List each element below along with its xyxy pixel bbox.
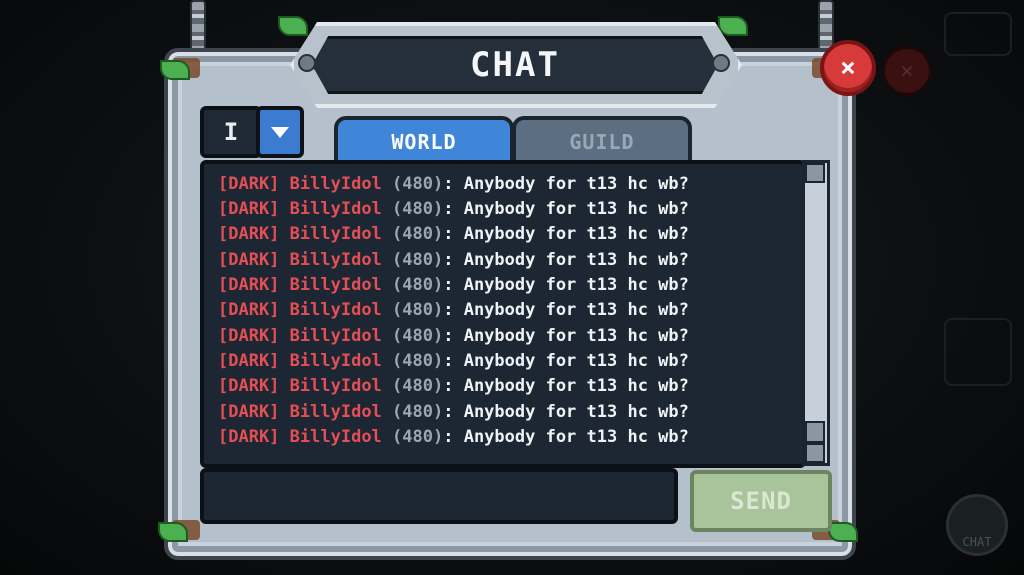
message-text: : Anybody for t13 hc wb? <box>443 300 689 320</box>
tab-world[interactable]: WORLD <box>334 116 514 164</box>
vine-leaf-icon <box>160 60 190 80</box>
player-level: (480) <box>392 300 444 320</box>
guild-tag: [DARK] <box>218 275 280 295</box>
vine-leaf-icon <box>828 522 858 542</box>
vine-leaf-icon <box>718 16 748 36</box>
message-text: : Anybody for t13 hc wb? <box>443 402 689 422</box>
chat-message: [DARK] BillyIdol (480): Anybody for t13 … <box>218 427 689 447</box>
guild-tag: [DARK] <box>218 326 280 346</box>
player-level: (480) <box>392 402 444 422</box>
guild-tag: [DARK] <box>218 300 280 320</box>
message-text: : Anybody for t13 hc wb? <box>443 376 689 396</box>
left-chain <box>190 0 206 56</box>
player-level: (480) <box>392 224 444 244</box>
player-level: (480) <box>392 351 444 371</box>
tab-world-label: WORLD <box>391 130 457 154</box>
close-icon: × <box>840 53 856 83</box>
vine-leaf-icon <box>158 522 188 542</box>
background-hud-button <box>944 318 1012 386</box>
message-text: : Anybody for t13 hc wb? <box>443 351 689 371</box>
player-level: (480) <box>392 376 444 396</box>
player-name[interactable]: BillyIdol <box>290 351 382 371</box>
language-dropdown-button[interactable] <box>256 106 304 158</box>
guild-tag: [DARK] <box>218 351 280 371</box>
chat-message: [DARK] BillyIdol (480): Anybody for t13 … <box>218 351 689 371</box>
window-title: CHAT <box>470 45 560 85</box>
player-name[interactable]: BillyIdol <box>290 402 382 422</box>
player-name[interactable]: BillyIdol <box>290 376 382 396</box>
close-button[interactable]: × <box>820 40 876 96</box>
guild-tag: [DARK] <box>218 402 280 422</box>
chat-message: [DARK] BillyIdol (480): Anybody for t13 … <box>218 224 689 244</box>
player-name[interactable]: BillyIdol <box>290 427 382 447</box>
guild-tag: [DARK] <box>218 224 280 244</box>
guild-tag: [DARK] <box>218 199 280 219</box>
player-name[interactable]: BillyIdol <box>290 250 382 270</box>
chat-message: [DARK] BillyIdol (480): Anybody for t13 … <box>218 199 689 219</box>
guild-tag: [DARK] <box>218 376 280 396</box>
player-name[interactable]: BillyIdol <box>290 326 382 346</box>
message-text: : Anybody for t13 hc wb? <box>443 174 689 194</box>
message-text: : Anybody for t13 hc wb? <box>443 250 689 270</box>
chat-message: [DARK] BillyIdol (480): Anybody for t13 … <box>218 250 689 270</box>
scroll-down-button[interactable] <box>805 443 825 463</box>
chat-message: [DARK] BillyIdol (480): Anybody for t13 … <box>218 275 689 295</box>
message-text: : Anybody for t13 hc wb? <box>443 275 689 295</box>
player-name[interactable]: BillyIdol <box>290 224 382 244</box>
tab-guild-label: GUILD <box>569 130 635 154</box>
chevron-down-icon <box>271 126 289 138</box>
message-text: : Anybody for t13 hc wb? <box>443 199 689 219</box>
guild-tag: [DARK] <box>218 250 280 270</box>
player-name[interactable]: BillyIdol <box>290 300 382 320</box>
scrollbar-thumb[interactable] <box>805 421 825 443</box>
chat-input[interactable] <box>200 468 678 524</box>
scroll-up-button[interactable] <box>805 163 825 183</box>
title-bar: CHAT <box>312 36 718 94</box>
side-chat-label: CHAT <box>962 535 992 549</box>
chat-message: [DARK] BillyIdol (480): Anybody for t13 … <box>218 326 689 346</box>
chat-message: [DARK] BillyIdol (480): Anybody for t13 … <box>218 174 689 194</box>
player-level: (480) <box>392 174 444 194</box>
background-hud-button <box>944 12 1012 56</box>
player-name[interactable]: BillyIdol <box>290 199 382 219</box>
chat-scrollbar[interactable] <box>802 160 830 466</box>
send-button[interactable]: SEND <box>690 470 832 532</box>
chat-message: [DARK] BillyIdol (480): Anybody for t13 … <box>218 300 689 320</box>
player-name[interactable]: BillyIdol <box>290 275 382 295</box>
background-close-icon: × <box>882 46 932 96</box>
player-level: (480) <box>392 427 444 447</box>
player-level: (480) <box>392 250 444 270</box>
tab-guild[interactable]: GUILD <box>512 116 692 164</box>
player-level: (480) <box>392 275 444 295</box>
bolt-icon <box>298 54 316 72</box>
language-code: I <box>223 118 239 146</box>
player-level: (480) <box>392 326 444 346</box>
vine-leaf-icon <box>278 16 308 36</box>
chat-message: [DARK] BillyIdol (480): Anybody for t13 … <box>218 402 689 422</box>
message-text: : Anybody for t13 hc wb? <box>443 427 689 447</box>
message-text: : Anybody for t13 hc wb? <box>443 224 689 244</box>
send-label: SEND <box>730 487 792 515</box>
bolt-icon <box>712 54 730 72</box>
chat-message-list[interactable]: [DARK] BillyIdol (480): Anybody for t13 … <box>200 160 806 468</box>
chat-message: [DARK] BillyIdol (480): Anybody for t13 … <box>218 376 689 396</box>
side-chat-button[interactable]: CHAT <box>946 494 1008 556</box>
guild-tag: [DARK] <box>218 427 280 447</box>
message-text: : Anybody for t13 hc wb? <box>443 326 689 346</box>
guild-tag: [DARK] <box>218 174 280 194</box>
player-level: (480) <box>392 199 444 219</box>
player-name[interactable]: BillyIdol <box>290 174 382 194</box>
language-selector[interactable]: I <box>200 106 262 158</box>
